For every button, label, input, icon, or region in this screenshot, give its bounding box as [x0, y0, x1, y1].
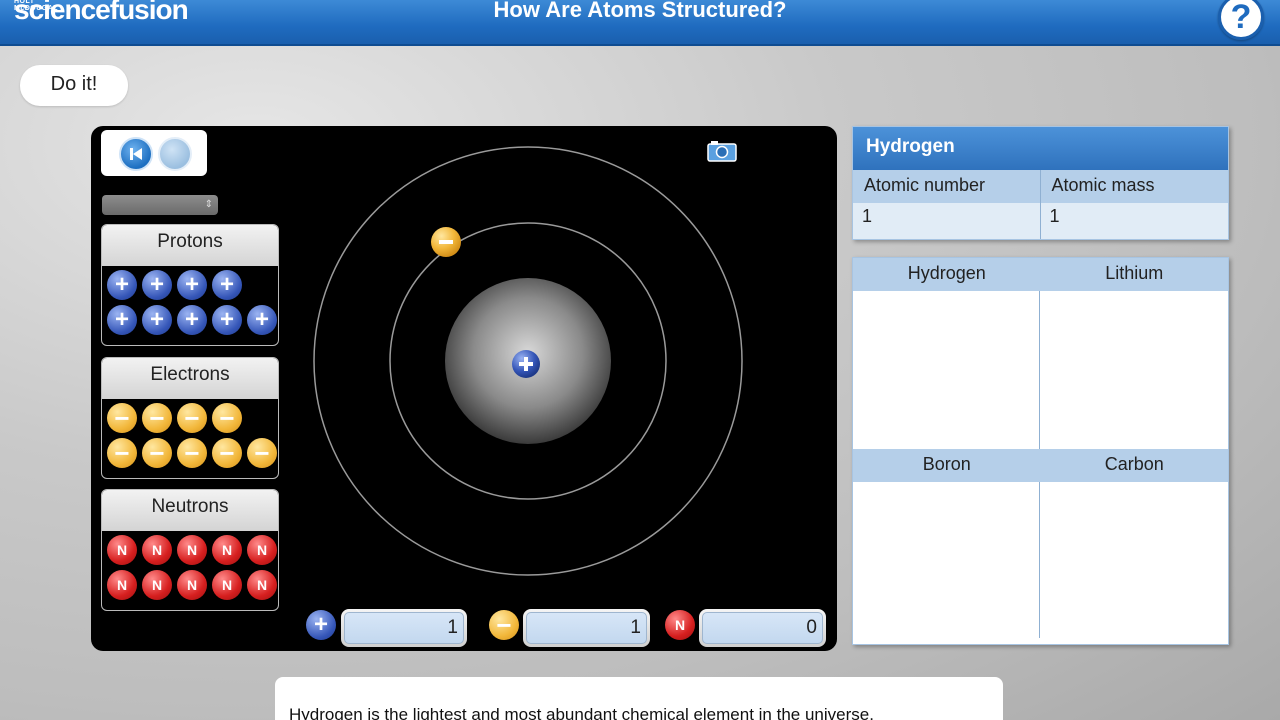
electron-particle[interactable]: −	[177, 438, 207, 468]
simulation-panel: ⇕ Protons + + + + + + + + + Electrons − − − − − − − − − …	[91, 126, 837, 651]
electrons-bin[interactable]: Electrons − − − − − − − − −	[101, 357, 279, 479]
electron-count-value: 1	[526, 612, 647, 644]
electrons-particles: − − − − − − − − −	[102, 399, 278, 478]
neutron-particle[interactable]: N	[212, 570, 242, 600]
help-button[interactable]: ?	[1218, 0, 1264, 40]
neutron-particle[interactable]: N	[212, 535, 242, 565]
neutron-particle[interactable]: N	[142, 570, 172, 600]
proton-count-value: 1	[344, 612, 464, 644]
electron-particle[interactable]: −	[107, 438, 137, 468]
proton-count-field: 1	[341, 609, 467, 647]
neutron-counter-icon: N	[665, 610, 695, 640]
neutron-particle[interactable]: N	[247, 570, 277, 600]
snapshot-carbon-label: Carbon	[1104, 454, 1164, 474]
electron-particle[interactable]: −	[247, 438, 277, 468]
proton-particle[interactable]: +	[212, 305, 242, 335]
atom-model	[313, 146, 743, 576]
electron-particle[interactable]: −	[212, 438, 242, 468]
reset-button[interactable]	[119, 137, 153, 171]
grid-divider	[1039, 291, 1040, 449]
proton-particle[interactable]: +	[212, 270, 242, 300]
protons-particles: + + + + + + + + +	[102, 266, 278, 345]
snapshot-boron-label: Boron	[922, 454, 971, 474]
proton-particle[interactable]: +	[142, 270, 172, 300]
electron-counter-icon: −	[489, 610, 519, 640]
neutron-count-value: 0	[702, 612, 823, 644]
proton-particle[interactable]: +	[247, 305, 277, 335]
neutron-particle[interactable]: N	[177, 535, 207, 565]
element-info-table: Hydrogen Atomic number Atomic mass 1 1	[852, 126, 1229, 240]
neutron-particle[interactable]: N	[247, 535, 277, 565]
electrons-label: Electrons	[102, 358, 278, 399]
electron-particle[interactable]: −	[142, 403, 172, 433]
atomic-number-value: 1	[853, 203, 1041, 239]
neutrons-particles: NNNNNNNNNN	[102, 531, 278, 610]
electron-particle[interactable]: −	[212, 403, 242, 433]
protons-bin[interactable]: Protons + + + + + + + + +	[101, 224, 279, 346]
protons-label: Protons	[102, 225, 278, 266]
electron-particle[interactable]: −	[142, 438, 172, 468]
grid-divider	[1039, 482, 1040, 638]
electron-count-field: 1	[523, 609, 650, 647]
neutron-particle[interactable]: N	[107, 570, 137, 600]
proton-particle[interactable]: +	[107, 270, 137, 300]
neutron-particle[interactable]: N	[142, 535, 172, 565]
neutron-count-field: 0	[699, 609, 826, 647]
skip-back-icon	[130, 148, 142, 160]
snapshot-hydrogen-label: Hydrogen	[907, 263, 986, 283]
atomic-number-header: Atomic number	[853, 170, 1041, 203]
atomic-mass-value: 1	[1049, 206, 1060, 226]
page-title: How Are Atoms Structured?	[493, 0, 787, 22]
element-description: Hydrogen is the lightest and most abunda…	[275, 677, 1003, 720]
playback-controls	[101, 130, 207, 176]
element-name: Hydrogen	[853, 127, 1228, 170]
electron-particle[interactable]: −	[177, 403, 207, 433]
neutrons-bin[interactable]: Neutrons NNNNNNNNNN	[101, 489, 279, 611]
proton-particle[interactable]: +	[177, 305, 207, 335]
camera-icon	[707, 141, 737, 162]
neutrons-label: Neutrons	[102, 490, 278, 531]
proton-particle[interactable]: +	[177, 270, 207, 300]
proton-particle[interactable]: +	[107, 305, 137, 335]
snapshot-lithium-label: Lithium	[1105, 263, 1164, 283]
do-it-button[interactable]: Do it!	[20, 65, 128, 106]
snapshot-grid: Hydrogen Lithium Boron Carbon	[852, 257, 1229, 645]
element-select[interactable]: ⇕	[102, 195, 218, 215]
app-header: HOLT McDOUGAL sciencefusion How Are Atom…	[0, 0, 1280, 46]
proton-counter-icon: +	[306, 610, 336, 640]
atomic-mass-header: Atomic mass	[1051, 175, 1155, 195]
neutron-particle[interactable]: N	[107, 535, 137, 565]
camera-button[interactable]	[707, 139, 737, 168]
neutron-particle[interactable]: N	[177, 570, 207, 600]
electron-particle[interactable]: −	[107, 403, 137, 433]
orbit-electron[interactable]	[431, 227, 461, 257]
play-button[interactable]	[158, 137, 192, 171]
nucleus-proton[interactable]	[512, 350, 540, 378]
proton-particle[interactable]: +	[142, 305, 172, 335]
